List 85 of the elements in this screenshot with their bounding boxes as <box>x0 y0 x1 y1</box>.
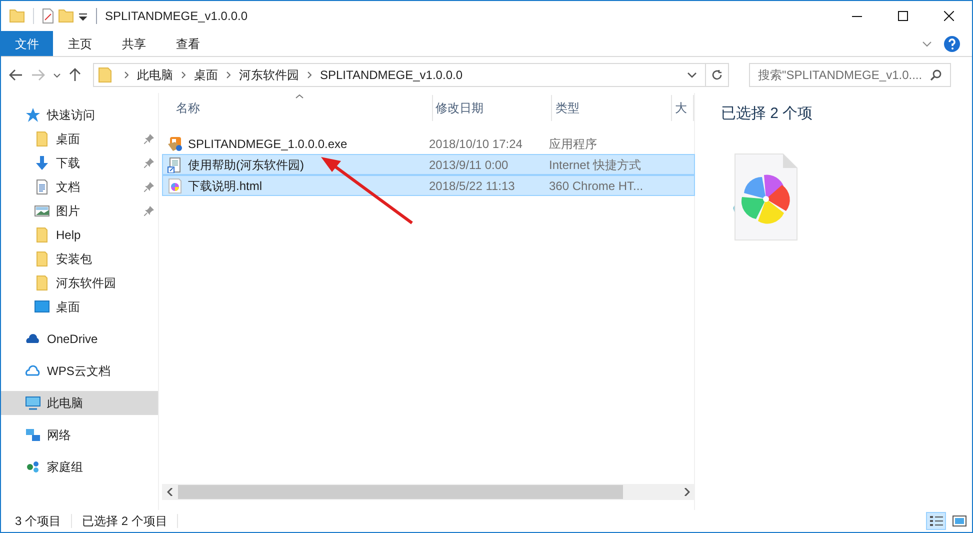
chevron-right-icon <box>181 71 186 79</box>
nav-item[interactable]: 此电脑 <box>1 391 158 415</box>
computer-icon <box>25 395 41 411</box>
details-view-button[interactable] <box>926 512 946 530</box>
scroll-left-icon[interactable] <box>167 488 173 496</box>
folder-icon <box>34 227 50 243</box>
nav-item[interactable]: 安装包 <box>1 247 158 271</box>
cloud-icon <box>25 363 41 379</box>
chevron-right-icon <box>307 71 312 79</box>
chevron-down-icon[interactable] <box>53 72 61 78</box>
window-title: SPLITANDMEGE_v1.0.0.0 <box>105 8 248 25</box>
nav-item[interactable]: 下载 <box>1 151 158 175</box>
circles-icon <box>25 459 41 475</box>
details-heading: 已选择 2 个项 <box>721 104 814 124</box>
file-name: SPLITANDMEGE_1.0.0.0.exe <box>188 136 348 152</box>
help-icon[interactable] <box>944 36 960 52</box>
up-arrow-icon[interactable] <box>69 68 81 82</box>
nav-item[interactable]: 桌面 <box>1 295 158 319</box>
chevron-right-icon <box>124 71 129 79</box>
thumbnail-view-icon <box>951 513 967 529</box>
file-tab[interactable]: 文件 <box>1 31 53 56</box>
star-icon <box>25 107 41 123</box>
scrollbar-thumb[interactable] <box>178 485 623 499</box>
type-cell-text: 应用程序 <box>548 136 598 152</box>
date-cell-text: 2013/9/11 0:00 <box>428 156 510 174</box>
nav-item[interactable]: 网络 <box>1 423 158 447</box>
type-cell-text: 360 Chrome HT... <box>548 178 644 194</box>
details-view-icon <box>928 513 944 529</box>
column-header[interactable]: 修改日期 <box>432 95 552 121</box>
app-icon <box>167 136 183 152</box>
file-name: 下载说明.html <box>188 178 262 194</box>
nav-item[interactable]: 家庭组 <box>1 455 158 479</box>
nav-item[interactable]: 河东软件园 <box>1 271 158 295</box>
selection-count: 已选择 2 个项目 <box>82 513 168 530</box>
address-bar[interactable]: 此电脑 桌面 河东软件园 SPLITANDMEGE_v1.0.0.0 <box>93 63 729 87</box>
folder-icon <box>34 131 50 147</box>
image-icon <box>34 203 50 219</box>
down-arrow-icon <box>34 155 50 171</box>
nav-item[interactable]: 快速访问 <box>1 103 158 127</box>
close-icon[interactable] <box>944 11 954 21</box>
folder-icon <box>34 251 50 267</box>
shortcut-file-icon <box>167 156 183 172</box>
nav-item[interactable]: WPS云文档 <box>1 359 158 383</box>
breadcrumb[interactable]: 桌面 <box>194 66 218 84</box>
nav-item[interactable]: 图片 <box>1 199 158 223</box>
date-cell-text: 2018/5/22 11:13 <box>428 178 516 194</box>
breadcrumb[interactable]: 河东软件园 <box>239 66 299 84</box>
maximize-icon[interactable] <box>898 11 908 21</box>
horizontal-scrollbar[interactable] <box>162 484 695 500</box>
nav-item[interactable]: 文档 <box>1 175 158 199</box>
refresh-icon[interactable] <box>711 69 723 81</box>
nav-item[interactable]: Help <box>1 223 158 247</box>
column-header[interactable]: 类型 <box>552 95 672 121</box>
monitor-icon <box>34 299 50 315</box>
ribbon-tab[interactable]: 共享 <box>107 31 161 56</box>
chevron-down-icon[interactable] <box>687 72 697 78</box>
folder-icon <box>34 275 50 291</box>
file-row[interactable]: 使用帮助(河东软件园) 2013/9/11 0:00 Internet 快捷方式 <box>162 154 695 175</box>
date-cell-text: 2018/10/10 17:24 <box>428 136 524 152</box>
search-icon[interactable] <box>930 69 942 81</box>
search-field[interactable]: 搜索"SPLITANDMEGE_v1.0.... <box>749 63 951 87</box>
dropdown-icon[interactable] <box>78 11 88 21</box>
nav-item[interactable]: 桌面 <box>1 127 158 151</box>
browser-file-icon <box>167 178 183 194</box>
breadcrumb[interactable]: SPLITANDMEGE_v1.0.0.0 <box>320 66 462 84</box>
item-count: 3 个项目 <box>15 513 62 530</box>
document-icon <box>34 179 50 195</box>
back-arrow-icon[interactable] <box>9 69 23 81</box>
sort-caret-icon <box>295 94 304 99</box>
scroll-right-icon[interactable] <box>684 488 690 496</box>
breadcrumb[interactable]: 此电脑 <box>137 66 173 84</box>
column-header[interactable]: 名称 <box>173 95 432 121</box>
ribbon-tab[interactable]: 主页 <box>53 31 107 56</box>
type-cell-text: Internet 快捷方式 <box>548 156 642 174</box>
chevron-down-icon[interactable] <box>922 40 932 46</box>
chevron-right-icon <box>226 71 231 79</box>
ribbon-tab[interactable]: 查看 <box>161 31 215 56</box>
folder-icon <box>98 67 112 83</box>
file-row[interactable]: 下载说明.html 2018/5/22 11:13 360 Chrome HT... <box>162 175 695 196</box>
file-row[interactable]: SPLITANDMEGE_1.0.0.0.exe 2018/10/10 17:24 应用程序 <box>162 133 695 154</box>
network-icon <box>25 427 41 443</box>
document-icon[interactable] <box>42 8 54 24</box>
nav-item[interactable]: OneDrive <box>1 327 158 351</box>
file-name: 使用帮助(河东软件园) <box>188 156 304 174</box>
column-header[interactable]: 大 <box>672 95 694 121</box>
